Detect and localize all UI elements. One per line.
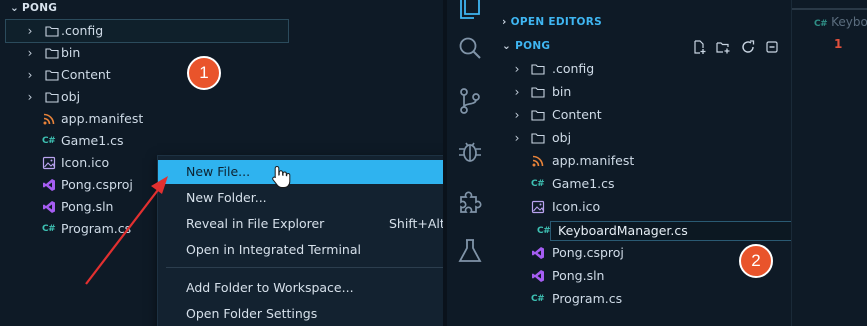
menu-item-reveal-in-file-explorer[interactable]: Reveal in File ExplorerShift+Alt+	[158, 212, 443, 236]
folder-icon	[531, 110, 545, 121]
image-icon	[531, 200, 545, 214]
folder-icon	[45, 92, 59, 103]
tree-item-game1-cs[interactable]: C# Game1.cs	[6, 130, 288, 152]
source-control-icon[interactable]	[455, 86, 485, 116]
shortcut-label: Shift+Alt+	[389, 216, 443, 231]
tree-item-app-manifest[interactable]: app.manifest	[6, 108, 288, 130]
menu-item-open-folder-settings[interactable]: Open Folder Settings	[158, 302, 443, 326]
chevron-right-icon: ›	[514, 62, 520, 76]
menu-item-new-folder[interactable]: New Folder...	[158, 186, 443, 210]
chevron-right-icon: ›	[514, 85, 520, 99]
tree-item-content[interactable]: › Content	[495, 104, 791, 126]
tree-item-obj[interactable]: › obj	[6, 86, 288, 108]
problem-count-badge: 1	[834, 37, 843, 51]
open-editors-header[interactable]: › OPEN EDITORS	[502, 16, 602, 28]
tree-item-bin[interactable]: › bin	[6, 42, 288, 64]
chevron-right-icon: ›	[27, 24, 33, 38]
chevron-down-icon: ⌄	[502, 40, 512, 52]
csharp-icon: C#	[531, 179, 545, 189]
folder-icon	[45, 26, 59, 37]
tree-item-app-manifest[interactable]: app.manifest	[495, 150, 791, 172]
pong-section-header[interactable]: ⌄ PONG	[10, 2, 57, 14]
tree-item-program-cs[interactable]: C# Program.cs	[495, 288, 791, 310]
pong-section-header[interactable]: ⌄ PONG	[502, 40, 550, 52]
tree-item-obj[interactable]: › obj	[495, 127, 791, 149]
menu-item-new-file[interactable]: New File...	[158, 160, 443, 184]
left-explorer-panel: ⌄ PONG › .config › bin › Content › obj ap…	[0, 0, 443, 326]
folder-icon	[531, 64, 545, 75]
visual-studio-icon	[43, 179, 55, 191]
menu-item-add-folder-to-workspace[interactable]: Add Folder to Workspace...	[158, 276, 443, 300]
menu-item-open-in-integrated-terminal[interactable]: Open in Integrated Terminal	[158, 238, 443, 262]
csharp-icon: C#	[531, 294, 545, 304]
new-folder-icon[interactable]	[716, 40, 730, 54]
chevron-right-icon: ›	[514, 131, 520, 145]
folder-icon	[531, 133, 545, 144]
visual-studio-icon	[43, 201, 55, 213]
context-menu: New File... New Folder... Reveal in File…	[157, 155, 443, 326]
chevron-right-icon: ›	[27, 46, 33, 60]
csharp-icon: C#	[537, 226, 551, 236]
tab-indicator	[792, 8, 867, 10]
editor-tab-column: C# Keybo 1	[791, 0, 867, 326]
extensions-icon[interactable]	[455, 186, 485, 216]
rss-icon	[532, 155, 544, 167]
refresh-icon[interactable]	[741, 40, 755, 54]
tree-item-bin[interactable]: › bin	[495, 81, 791, 103]
explorer-icon[interactable]	[455, 0, 485, 22]
testing-icon[interactable]	[455, 236, 485, 266]
step-badge-1: 1	[187, 56, 221, 90]
right-explorer-panel: › OPEN EDITORS ⌄ PONG › .config › bin › Co…	[447, 0, 867, 326]
tree-item-content[interactable]: › Content	[6, 64, 288, 86]
activity-bar	[447, 0, 495, 326]
visual-studio-icon	[532, 247, 544, 259]
folder-icon	[45, 70, 59, 81]
chevron-down-icon: ⌄	[10, 2, 20, 14]
image-icon	[42, 156, 56, 170]
search-icon[interactable]	[455, 34, 485, 64]
folder-icon	[45, 48, 59, 59]
chevron-right-icon: ›	[27, 68, 33, 82]
step-badge-2: 2	[739, 244, 773, 278]
tree-item-game1-cs[interactable]: C# Game1.cs	[495, 173, 791, 195]
red-arrow-annotation	[85, 176, 168, 285]
menu-separator	[166, 267, 443, 268]
tree-item-config[interactable]: › .config	[495, 58, 791, 80]
rss-icon	[43, 113, 55, 125]
folder-icon	[531, 87, 545, 98]
tree-item-icon-ico[interactable]: Icon.ico	[495, 196, 791, 218]
csharp-icon: C#	[42, 224, 56, 234]
visual-studio-icon	[532, 270, 544, 282]
collapse-all-icon[interactable]	[765, 40, 779, 54]
chevron-right-icon: ›	[502, 16, 507, 28]
csharp-icon: C#	[814, 19, 828, 29]
csharp-icon: C#	[42, 136, 56, 146]
tree-item-config[interactable]: › .config	[5, 19, 289, 43]
hand-pointer-cursor-icon	[272, 165, 291, 188]
chevron-right-icon: ›	[514, 108, 520, 122]
tab-keyboard-manager[interactable]: C# Keybo	[814, 15, 867, 31]
debug-icon[interactable]	[455, 136, 485, 166]
chevron-right-icon: ›	[27, 90, 33, 104]
new-file-icon[interactable]	[692, 40, 706, 54]
